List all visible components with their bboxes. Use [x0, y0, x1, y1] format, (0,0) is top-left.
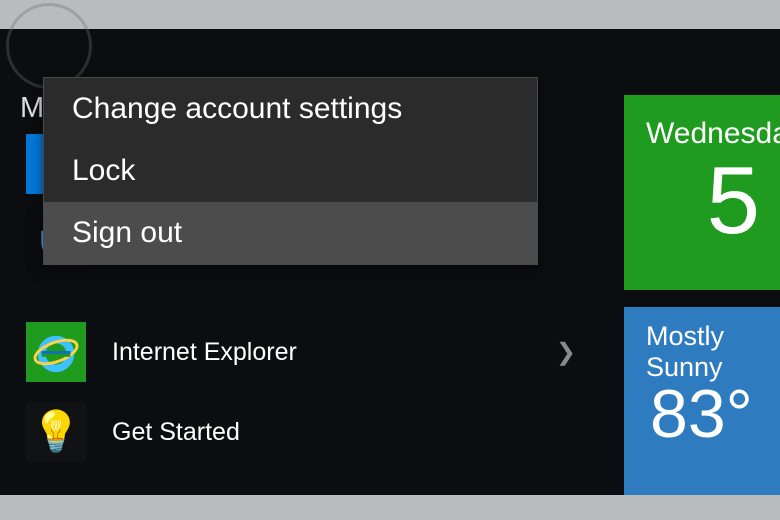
menu-item-lock[interactable]: Lock: [44, 140, 537, 202]
alpha-section-header[interactable]: M: [20, 92, 44, 125]
calendar-day: Wednesday: [646, 117, 780, 151]
letterbox-top: [0, 0, 780, 29]
app-label: Internet Explorer: [112, 338, 556, 367]
weather-condition: Mostly Sunny: [646, 321, 780, 383]
letterbox-bottom: [0, 495, 780, 520]
calendar-date: 5: [707, 153, 760, 249]
app-item-get-started[interactable]: 💡 Get Started: [26, 397, 586, 467]
app-label: Get Started: [112, 418, 586, 447]
menu-item-label: Lock: [72, 154, 135, 188]
app-item-internet-explorer[interactable]: Internet Explorer ❯: [26, 317, 586, 387]
weather-tile[interactable]: Mostly Sunny 83°: [624, 307, 780, 517]
ie-icon: [26, 322, 86, 382]
calendar-tile[interactable]: Wednesday 5: [624, 95, 780, 290]
lightbulb-icon: 💡: [26, 402, 86, 462]
start-menu-panel: M Microsoft Edge Windows Defender: [0, 29, 780, 495]
chevron-right-icon: ❯: [556, 338, 576, 367]
menu-item-label: Change account settings: [72, 92, 402, 126]
weather-temperature: 83°: [650, 375, 753, 453]
account-context-menu: Change account settings Lock Sign out: [43, 77, 538, 265]
menu-item-label: Sign out: [72, 216, 182, 250]
menu-item-sign-out[interactable]: Sign out: [44, 202, 537, 264]
menu-item-change-account-settings[interactable]: Change account settings: [44, 78, 537, 140]
